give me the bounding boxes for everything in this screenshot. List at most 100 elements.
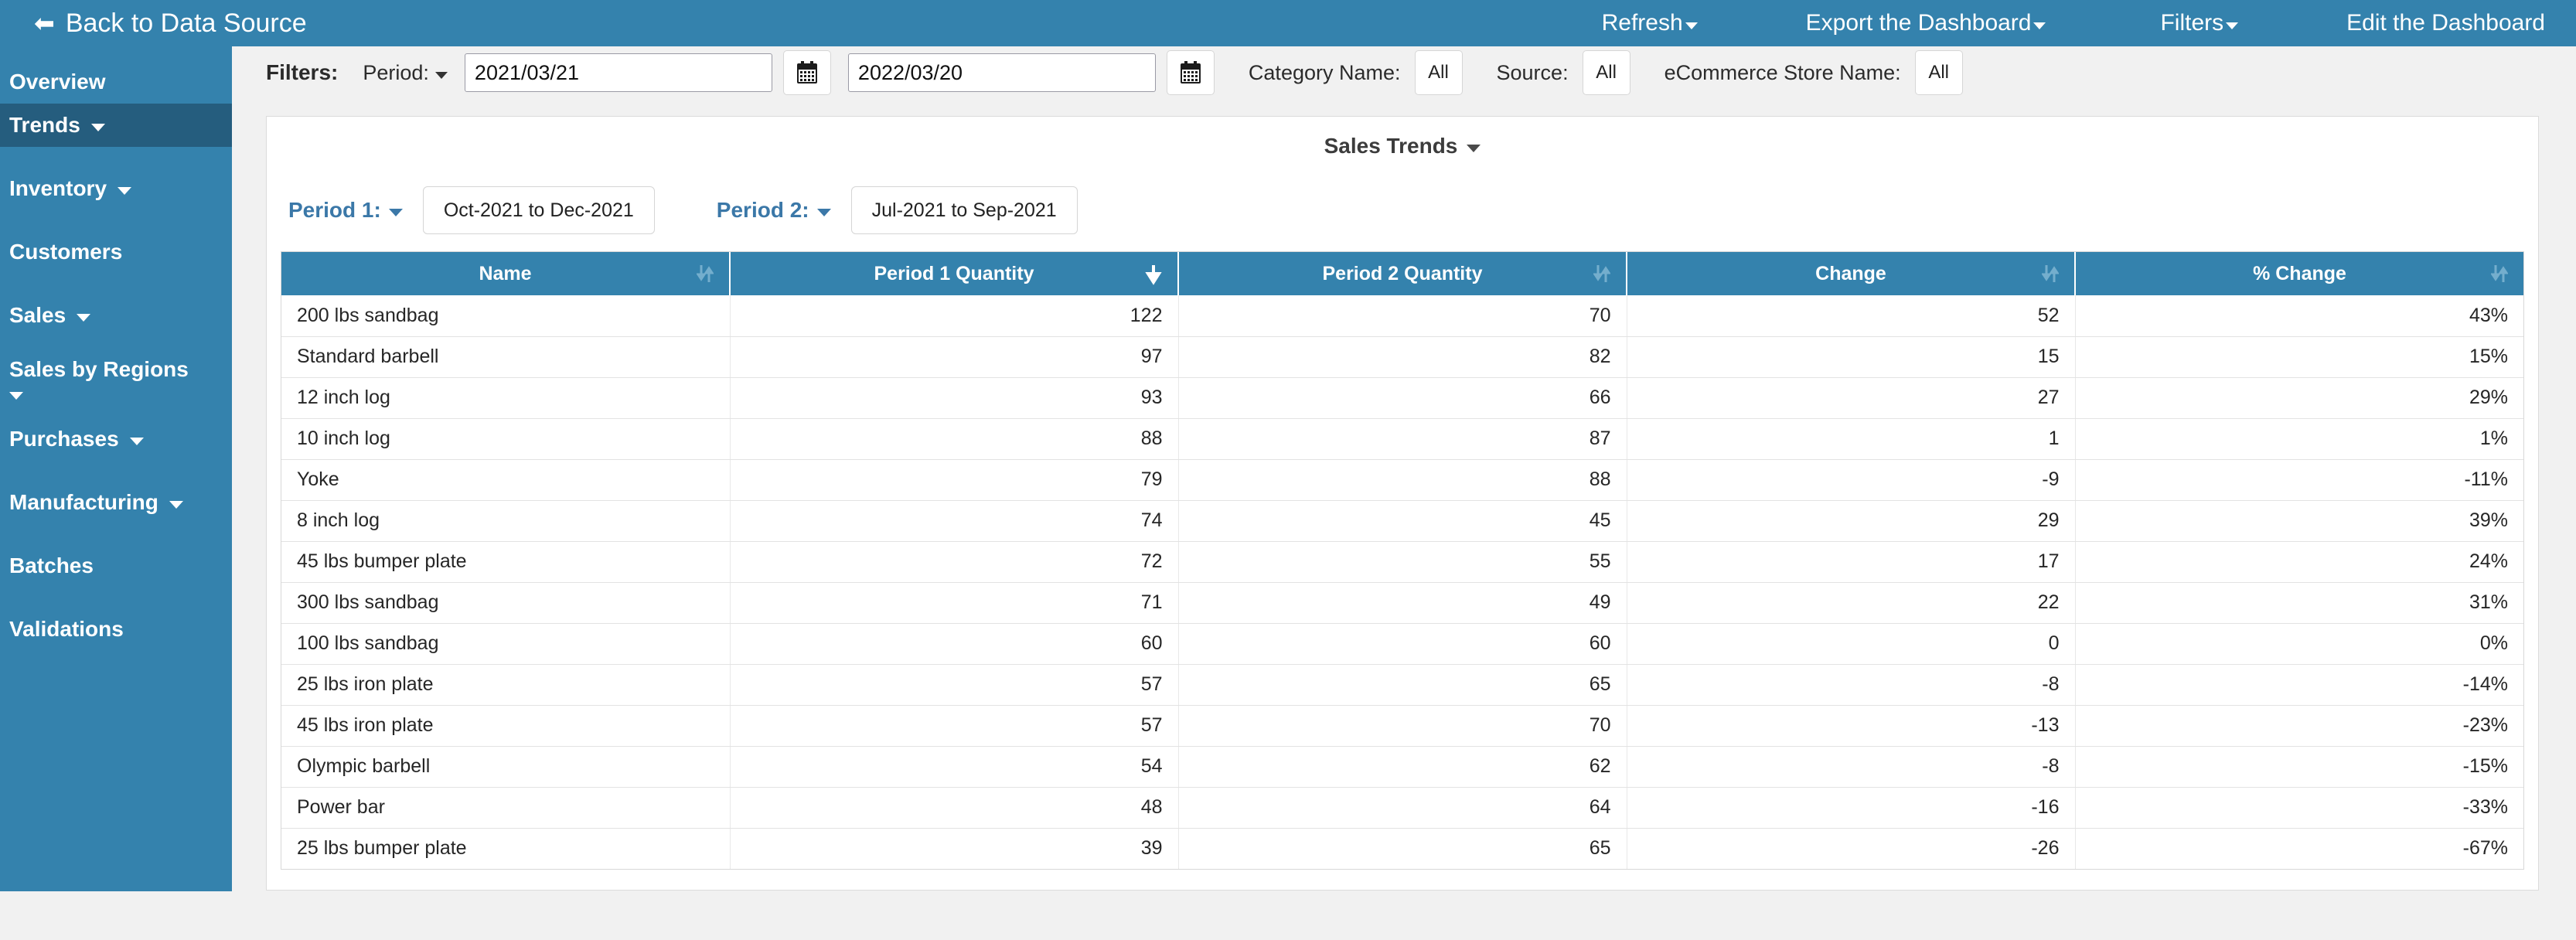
date-to-input[interactable] xyxy=(847,53,1156,92)
sidebar-item-sales[interactable]: Sales xyxy=(0,294,232,337)
date-from-input[interactable] xyxy=(464,53,772,92)
table-cell-period-1-quantity: 93 xyxy=(730,377,1179,419)
right-gutter xyxy=(2559,93,2576,938)
filters-menu[interactable]: Filters xyxy=(2160,10,2239,36)
period-1-label[interactable]: Period 1: xyxy=(288,198,403,223)
table-cell-period-2-quantity: 45 xyxy=(1178,500,1627,542)
source-text: Source: xyxy=(1496,60,1569,84)
table-row[interactable]: 45 lbs iron plate 57 70 -13 -23% xyxy=(281,705,2523,747)
table-row[interactable]: 100 lbs sandbag 60 60 0 0% xyxy=(281,623,2523,665)
period-1-label-text: Period 1: xyxy=(288,198,381,222)
table-cell-change: -13 xyxy=(1627,705,2076,747)
sales-trends-card: Sales Trends Period 1: Oct-2021 to Dec-2… xyxy=(266,116,2539,891)
table-cell-change: 15 xyxy=(1627,336,2076,378)
table-cell-change: -9 xyxy=(1627,459,2076,501)
table-cell-period-1-quantity: 79 xyxy=(730,459,1179,501)
column-header-period-2-quantity[interactable]: Period 2 Quantity xyxy=(1178,252,1627,295)
edit-dashboard-menu-label: Edit the Dashboard xyxy=(2346,10,2545,36)
column-header-period-1-quantity[interactable]: Period 1 Quantity xyxy=(730,252,1179,295)
chevron-down-icon xyxy=(1685,22,1698,29)
arrow-left-icon: ⬅ xyxy=(34,9,55,37)
sidebar-item-label: Manufacturing xyxy=(9,490,158,514)
table-cell-name: 45 lbs bumper plate xyxy=(281,541,731,583)
chevron-down-icon xyxy=(2033,22,2046,29)
column-header-percent-change[interactable]: % Change xyxy=(2075,252,2523,295)
filters-menu-label: Filters xyxy=(2160,10,2224,36)
table-row[interactable]: Yoke 79 88 -9 -11% xyxy=(281,459,2523,501)
table-row[interactable]: Standard barbell 97 82 15 15% xyxy=(281,336,2523,378)
column-header-period-1-quantity-label: Period 1 Quantity xyxy=(874,262,1034,284)
ecommerce-store-name-select[interactable]: All xyxy=(1914,50,1963,95)
period-2-label[interactable]: Period 2: xyxy=(717,198,831,223)
table-cell-period-2-quantity: 82 xyxy=(1178,336,1627,378)
table-cell-change: 52 xyxy=(1627,295,2076,337)
column-header-change[interactable]: Change xyxy=(1627,252,2076,295)
table-cell-period-1-quantity: 72 xyxy=(730,541,1179,583)
column-header-name[interactable]: Name xyxy=(281,252,731,295)
main-content-area: Filters: Period: 2021/03/21 2022/03/20 C… xyxy=(232,46,2576,938)
table-cell-name: Standard barbell xyxy=(281,336,731,378)
sidebar-item-batches[interactable]: Batches xyxy=(0,544,232,588)
sort-desc-icon xyxy=(1145,262,1162,285)
table-row[interactable]: 45 lbs bumper plate 72 55 17 24% xyxy=(281,541,2523,583)
period-2-value-button[interactable]: Jul-2021 to Sep-2021 xyxy=(850,186,1078,234)
table-row[interactable]: 300 lbs sandbag 71 49 22 31% xyxy=(281,582,2523,624)
export-dashboard-menu[interactable]: Export the Dashboard xyxy=(1806,10,2046,36)
table-cell-name: 300 lbs sandbag xyxy=(281,582,731,624)
table-cell-change: -8 xyxy=(1627,664,2076,706)
period-filter-label[interactable]: Period: xyxy=(363,61,448,85)
table-row[interactable]: 25 lbs iron plate 57 65 -8 -14% xyxy=(281,664,2523,706)
table-row[interactable]: 12 inch log 93 66 27 29% xyxy=(281,377,2523,419)
table-cell-period-1-quantity: 39 xyxy=(730,828,1179,869)
filters-label: Filters: xyxy=(266,60,339,84)
table-cell-change: -16 xyxy=(1627,787,2076,829)
table-cell-period-2-quantity: 64 xyxy=(1178,787,1627,829)
source-select[interactable]: All xyxy=(1582,50,1630,95)
category-name-text: Category Name: xyxy=(1248,60,1401,84)
calendar-icon xyxy=(796,61,817,83)
sidebar-item-trends[interactable]: Trends xyxy=(0,104,232,147)
table-row[interactable]: 10 inch log 88 87 1 1% xyxy=(281,418,2523,460)
table-cell-change: 29% xyxy=(2075,377,2523,419)
table-cell-period-1-quantity: 57 xyxy=(730,705,1179,747)
table-row[interactable]: Power bar 48 64 -16 -33% xyxy=(281,787,2523,829)
table-cell-name: 100 lbs sandbag xyxy=(281,623,731,665)
category-name-label: Category Name: xyxy=(1249,61,1401,85)
sidebar-item-manufacturing[interactable]: Manufacturing xyxy=(0,481,232,524)
sidebar-item-label: Customers xyxy=(9,240,123,264)
sidebar-item-inventory[interactable]: Inventory xyxy=(0,167,232,210)
date-from-calendar-button[interactable] xyxy=(782,50,831,95)
date-to-calendar-button[interactable] xyxy=(1166,50,1215,95)
category-name-select[interactable]: All xyxy=(1414,50,1463,95)
period-1-value-button[interactable]: Oct-2021 to Dec-2021 xyxy=(422,186,655,234)
refresh-menu[interactable]: Refresh xyxy=(1602,10,1698,36)
table-row[interactable]: 8 inch log 74 45 29 39% xyxy=(281,500,2523,542)
chevron-down-icon xyxy=(90,124,105,131)
table-cell-name: 200 lbs sandbag xyxy=(281,295,731,337)
table-row[interactable]: 25 lbs bumper plate 39 65 -26 -67% xyxy=(281,828,2523,869)
card-title[interactable]: Sales Trends xyxy=(267,117,2538,158)
table-cell-period-2-quantity: 65 xyxy=(1178,828,1627,869)
table-cell-period-2-quantity: 60 xyxy=(1178,623,1627,665)
sidebar-item-validations[interactable]: Validations xyxy=(0,608,232,651)
table-cell-period-2-quantity: 87 xyxy=(1178,418,1627,460)
table-cell-period-1-quantity: 97 xyxy=(730,336,1179,378)
back-to-data-source-link[interactable]: ⬅ Back to Data Source xyxy=(34,9,307,39)
sidebar-item-label: Overview xyxy=(9,70,106,94)
chevron-down-icon xyxy=(9,392,23,400)
sidebar-item-overview[interactable]: Overview xyxy=(0,60,232,104)
period-selector-row: Period 1: Oct-2021 to Dec-2021 Period 2:… xyxy=(267,186,2538,234)
chevron-down-icon xyxy=(388,209,403,216)
table-header: Name Period 1 Quantity Period 2 Quantity… xyxy=(281,252,2523,295)
table-cell-period-2-quantity: 66 xyxy=(1178,377,1627,419)
table-row[interactable]: Olympic barbell 54 62 -8 -15% xyxy=(281,746,2523,788)
sidebar-item-sales-by-regions[interactable]: Sales by Regions xyxy=(0,357,232,400)
refresh-menu-label: Refresh xyxy=(1601,10,1683,36)
sidebar-item-customers[interactable]: Customers xyxy=(0,230,232,274)
edit-dashboard-menu[interactable]: Edit the Dashboard xyxy=(2346,10,2545,36)
table-row[interactable]: 200 lbs sandbag 122 70 52 43% xyxy=(281,295,2523,337)
sidebar-item-purchases[interactable]: Purchases xyxy=(0,417,232,461)
chevron-down-icon xyxy=(129,438,144,445)
